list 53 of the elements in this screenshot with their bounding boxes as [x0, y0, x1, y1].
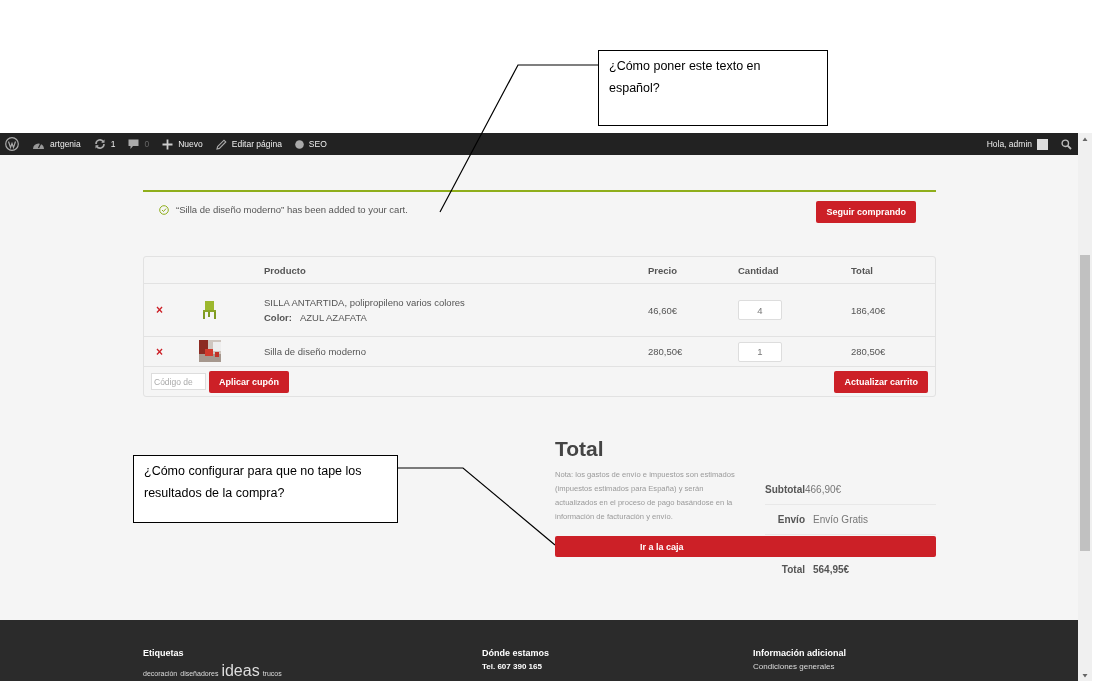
- totals-label: Subtotal: [765, 484, 805, 495]
- quantity-field[interactable]: 4: [738, 300, 782, 320]
- scrollbar[interactable]: [1078, 133, 1092, 681]
- price-cell-text: 46,60€: [648, 304, 679, 316]
- check-circle-icon: [159, 204, 169, 215]
- attribute-value: AZUL AZAFATA: [299, 312, 367, 323]
- tag-link[interactable]: ideas: [221, 662, 260, 680]
- column-header: Producto: [264, 264, 306, 276]
- refresh-icon: [93, 138, 106, 150]
- remove-item-link[interactable]: ×: [144, 344, 199, 359]
- phone-text: Tel. 607 390 165: [482, 662, 543, 671]
- update-cart-button[interactable]: Actualizar carrito: [834, 370, 928, 393]
- attribute-label: Color:: [264, 312, 292, 323]
- coupon-field[interactable]: Código de: [151, 373, 206, 390]
- comment-icon: [128, 138, 140, 150]
- edit-page-link[interactable]: Editar página: [231, 139, 282, 149]
- product-name-link[interactable]: Silla de diseño moderno: [264, 346, 648, 357]
- total-cell-text: 280,50€: [851, 346, 887, 357]
- column-header: Precio: [648, 264, 678, 276]
- footer-heading: Dónde estamos: [482, 648, 551, 658]
- remove-item-link[interactable]: ×: [144, 303, 199, 317]
- new-link[interactable]: Nuevo: [178, 139, 203, 149]
- continue-shopping-button[interactable]: Seguir comprando: [816, 201, 916, 223]
- totals-heading: Total: [555, 437, 605, 462]
- greeting-link[interactable]: Hola, admin: [986, 139, 1032, 149]
- wordpress-logo-icon[interactable]: [5, 137, 19, 151]
- updates-link[interactable]: 1: [110, 139, 116, 149]
- search-icon[interactable]: [1061, 138, 1072, 150]
- avatar-icon[interactable]: [1037, 138, 1048, 150]
- totals-value: Envío Gratis: [813, 514, 869, 525]
- footer-heading: Información adicional: [753, 648, 846, 658]
- checkout-button[interactable]: Ir a la caja: [555, 536, 936, 557]
- total-cell-text: 186,40€: [851, 304, 887, 316]
- callout-note: ¿Cómo poner este texto en español?: [598, 50, 828, 126]
- plus-icon: [162, 138, 174, 150]
- footer-link[interactable]: Condiciones generales: [753, 662, 846, 671]
- pencil-icon: [215, 138, 227, 150]
- product-name-link[interactable]: SILLA ANTARTIDA, polipropileno varios colores: [264, 297, 648, 308]
- footer-heading: Etiquetas: [143, 648, 185, 658]
- price-cell-text: 280,50€: [648, 346, 684, 357]
- column-header: Total: [851, 264, 873, 276]
- status-dot-icon: [294, 139, 304, 149]
- notice-message: “Silla de diseño moderno” has been added to your cart.: [176, 204, 408, 215]
- seo-link[interactable]: SEO: [308, 139, 327, 149]
- totals-value: 564,95€: [813, 564, 850, 575]
- quantity-field[interactable]: 1: [738, 341, 782, 362]
- totals-label: Envío: [776, 514, 805, 525]
- column-header: Cantidad: [738, 264, 779, 276]
- totals-value: 466,90€: [805, 484, 842, 495]
- apply-coupon-button[interactable]: Aplicar cupón: [209, 370, 289, 393]
- callout-note: ¿Cómo configurar para que no tape los resultados de la compra?: [133, 455, 398, 523]
- site-name-link[interactable]: artgenia: [50, 139, 81, 149]
- totals-label: Total: [780, 564, 805, 575]
